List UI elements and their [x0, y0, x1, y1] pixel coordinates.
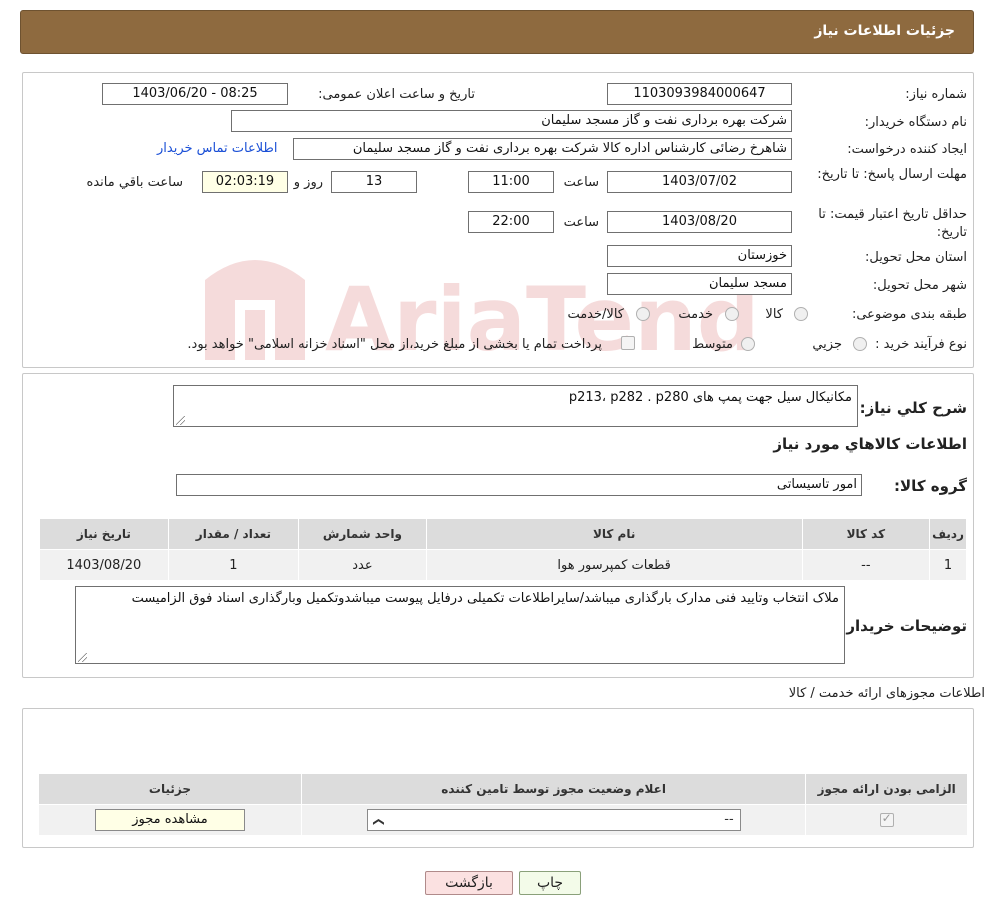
cell-license-required	[805, 804, 968, 836]
cell-license-details: مشاهده مجوز	[38, 804, 302, 836]
days-label: روز و	[293, 175, 323, 190]
remaining-time-field: 02:03:19	[202, 171, 288, 193]
need-number-field: 1103093984000647	[607, 83, 792, 105]
category-radio-service[interactable]	[725, 307, 739, 321]
validity-label: حداقل تاریخ اعتبار قیمت: تا تاریخ:	[818, 207, 967, 240]
summary-label: شرح کلي نياز:	[859, 399, 967, 417]
province-label: استان محل تحویل:	[865, 250, 967, 265]
process-option-medium: متوسط	[692, 337, 733, 352]
category-option-service: خدمت	[678, 307, 713, 322]
cell-item-code: --	[801, 549, 931, 581]
validity-time-field: 22:00	[468, 211, 554, 233]
process-radio-minor[interactable]	[853, 337, 867, 351]
col-quantity: تعداد / مقدار	[167, 518, 300, 550]
licenses-title: اطلاعات مجوزهای ارائه خدمت / کالا	[788, 686, 985, 701]
goods-table: رديف کد کالا نام کالا واحد شمارش تعداد /…	[39, 518, 967, 581]
table-row: 1 -- قطعات کمپرسور هوا عدد 1 1403/08/20	[39, 549, 967, 581]
city-field: مسجد سلیمان	[607, 273, 792, 295]
deadline-label: مهلت ارسال پاسخ: تا تاریخ:	[817, 167, 967, 182]
category-option-goods: کالا	[765, 307, 783, 322]
category-option-goods-service: کالا/خدمت	[567, 307, 624, 322]
print-button[interactable]: چاپ	[519, 871, 581, 895]
validity-time-label: ساعت	[563, 215, 599, 230]
goods-group-label: گروه کالا:	[894, 477, 967, 495]
license-status-select[interactable]: -- ❯	[366, 809, 741, 831]
back-button[interactable]: بازگشت	[425, 871, 513, 895]
announce-label: تاریخ و ساعت اعلان عمومی:	[318, 87, 475, 102]
cell-need-date: 1403/08/20	[39, 549, 169, 581]
page-header: جزئیات اطلاعات نیاز	[20, 10, 974, 54]
license-required-checkbox[interactable]	[879, 811, 894, 827]
announce-datetime-field: 1403/06/20 - 08:25	[102, 83, 288, 105]
process-label: نوع فرآیند خرید :	[875, 337, 967, 352]
page-title: جزئیات اطلاعات نیاز	[814, 23, 955, 39]
category-label: طبقه بندی موضوعی:	[851, 307, 967, 322]
cell-license-status: -- ❯	[300, 804, 807, 836]
need-number-label: شماره نیاز:	[905, 87, 967, 102]
category-radio-goods[interactable]	[794, 307, 808, 321]
view-license-button[interactable]: مشاهده مجوز	[94, 809, 245, 831]
treasury-checkbox[interactable]	[621, 336, 635, 350]
validity-date-field: 1403/08/20	[607, 211, 792, 233]
deadline-time-label: ساعت	[563, 175, 599, 190]
goods-info-title: اطلاعات کالاهاي مورد نياز	[773, 435, 967, 453]
creator-label: ایجاد کننده درخواست:	[847, 142, 967, 157]
resize-handle-icon[interactable]	[176, 416, 185, 425]
col-item-code: کد کالا	[801, 518, 931, 550]
buyer-org-field: شرکت بهره برداری نفت و گاز مسجد سلیمان	[231, 110, 792, 132]
cell-row-number: 1	[929, 549, 967, 581]
creator-field: شاهرخ رضائی کارشناس اداره کالا شرکت بهره…	[293, 138, 792, 160]
city-label: شهر محل تحویل:	[872, 278, 967, 293]
province-field: خوزستان	[607, 245, 792, 267]
license-status-value: --	[724, 812, 734, 827]
cell-item-name: قطعات کمپرسور هوا	[425, 549, 803, 581]
buyer-contact-link[interactable]: اطلاعات تماس خریدار	[157, 141, 277, 156]
summary-textarea[interactable]: مکانیکال سیل جهت پمپ های p213، p282 . p2…	[173, 385, 858, 427]
process-radio-medium[interactable]	[741, 337, 755, 351]
chevron-down-icon: ❯	[372, 817, 386, 827]
buyer-notes-textarea[interactable]: ملاک انتخاب وتایید فنی مدارک بارگذاری می…	[75, 586, 845, 664]
remaining-days-field: 13	[331, 171, 417, 193]
col-item-name: نام کالا	[425, 518, 803, 550]
col-license-required: الزامی بودن ارائه مجوز	[805, 773, 968, 805]
col-license-status: اعلام وضعیت مجوز توسط تامین کننده	[300, 773, 807, 805]
summary-text: مکانیکال سیل جهت پمپ های p213، p282 . p2…	[568, 390, 852, 405]
deadline-time-field: 11:00	[468, 171, 554, 193]
buyer-notes-label: توضیحات خریدار:	[840, 617, 967, 635]
cell-quantity: 1	[167, 549, 300, 581]
col-row-number: رديف	[929, 518, 967, 550]
col-license-details: جزئیات	[38, 773, 302, 805]
cell-unit: عدد	[298, 549, 427, 581]
process-note: پرداخت تمام یا بخشی از مبلغ خرید،از محل …	[187, 337, 602, 352]
buyer-notes-text: ملاک انتخاب وتایید فنی مدارک بارگذاری می…	[131, 591, 839, 606]
table-row: -- ❯ مشاهده مجوز	[38, 804, 968, 836]
col-unit: واحد شمارش	[298, 518, 427, 550]
col-need-date: تاريخ نياز	[39, 518, 169, 550]
category-radio-goods-service[interactable]	[636, 307, 650, 321]
licenses-table: الزامی بودن ارائه مجوز اعلام وضعیت مجوز …	[38, 773, 968, 836]
process-option-minor: جزيي	[812, 337, 842, 352]
buyer-org-label: نام دستگاه خریدار:	[864, 115, 967, 130]
deadline-date-field: 1403/07/02	[607, 171, 792, 193]
resize-handle-icon[interactable]	[78, 653, 87, 662]
goods-group-field: امور تاسیساتی	[176, 474, 862, 496]
remaining-time-label: ساعت باقي مانده	[86, 175, 183, 190]
